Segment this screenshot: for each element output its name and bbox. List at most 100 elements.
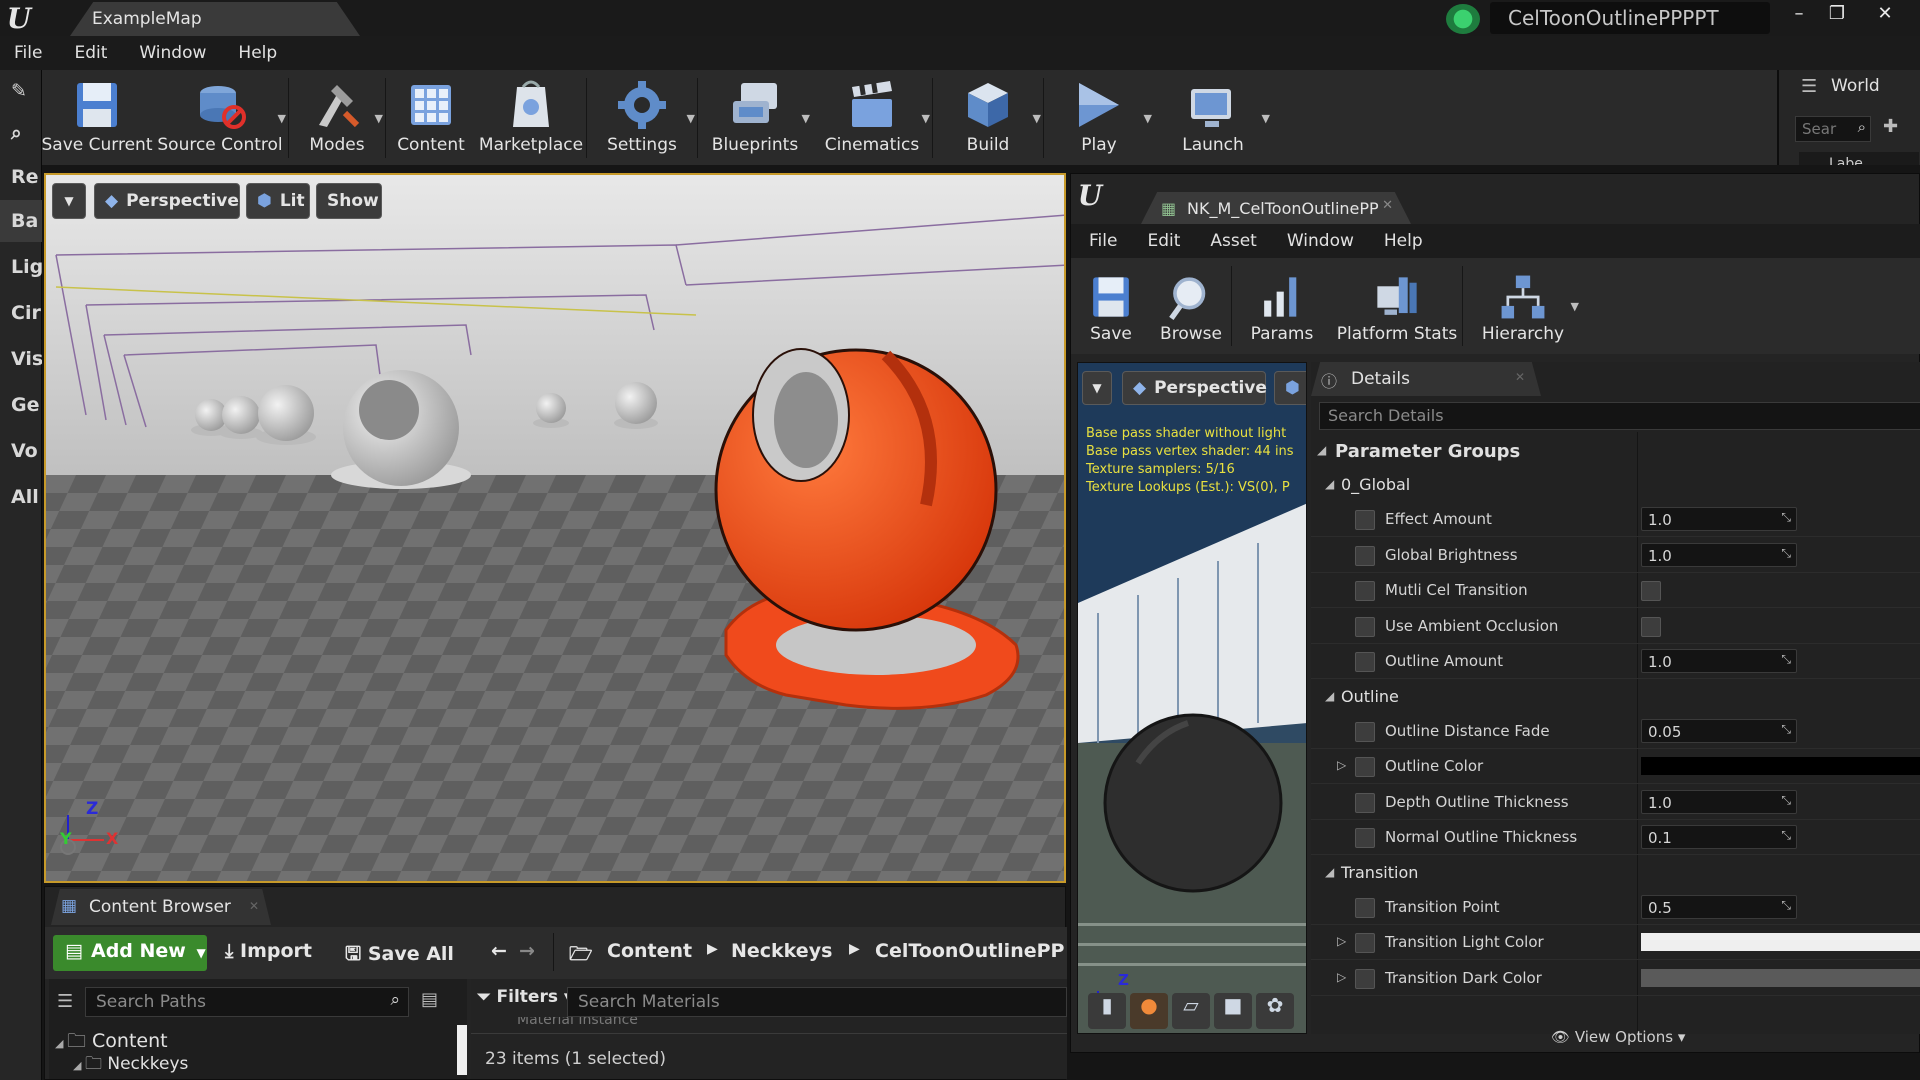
param-checkbox[interactable] [1641,616,1661,637]
me-menu-file[interactable]: File [1089,231,1117,251]
param-value-input[interactable]: 0.5 ⤡ [1641,894,1797,919]
content-button[interactable]: Content [386,70,476,165]
close-tab-icon[interactable]: ✕ [1515,370,1525,384]
chevron-down-icon[interactable]: ▼ [375,112,383,125]
menu-help[interactable]: Help [238,43,277,63]
modes-button[interactable]: Modes ▼ [289,70,385,165]
place-category-lights[interactable]: Lig [0,246,42,288]
minimize-icon[interactable]: – [1780,0,1818,26]
mesh-preview-icon[interactable]: ✿ [1256,993,1294,1029]
override-checkbox[interactable] [1355,721,1375,742]
me-save-button[interactable]: Save [1071,258,1151,354]
override-checkbox[interactable] [1355,616,1375,637]
me-hierarchy-button[interactable]: Hierarchy ▼ [1463,258,1583,354]
source-control-button[interactable]: Source Control ▼ [152,70,288,165]
add-actor-icon[interactable]: ✚ [1883,116,1898,137]
place-category-geometry[interactable]: Ge [0,384,42,426]
chevron-down-icon[interactable]: ▼ [1262,112,1270,125]
param-color-swatch[interactable] [1641,968,1920,987]
map-tab[interactable]: ExampleMap [70,2,360,36]
preview-options-button[interactable]: ▼ [1082,371,1112,405]
material-preview-viewport[interactable]: ▼ ◆ Perspective ⬢ Base pass shader withou… [1077,362,1307,1034]
param-value-input[interactable]: 0.05 ⤡ [1641,718,1797,743]
expand-triangle-icon[interactable]: ▷ [1337,970,1346,984]
play-button[interactable]: Play ▼ [1044,70,1154,165]
me-params-button[interactable]: Params [1232,258,1332,354]
tree-item-neckkeys[interactable]: ◢ 🗀 Neckkeys [73,1051,188,1080]
world-search-input[interactable]: Sear ⌕ [1795,116,1871,142]
chevron-down-icon[interactable]: ▼ [1144,112,1152,125]
close-tab-icon[interactable]: ✕ [1382,198,1393,213]
chevron-down-icon[interactable]: ▼ [278,112,286,125]
place-category-visual[interactable]: Vis [0,338,42,380]
chevron-down-icon[interactable]: ▼ [1033,112,1041,125]
save-all-button[interactable]: 🖫 Save All [345,940,454,972]
param-value-input[interactable]: 1.0 ⤡ [1641,649,1797,673]
build-button[interactable]: Build ▼ [933,70,1043,165]
breadcrumb-celtoon[interactable]: CelToonOutlinePP [875,940,1064,962]
modes-search-icon[interactable]: ⌕ [0,112,42,154]
place-category-cinematic[interactable]: Cir [0,292,42,334]
param-group-header[interactable]: ◢ Transition [1311,856,1920,890]
view-list-icon[interactable]: ▤ [421,989,438,1010]
me-platform-stats-button[interactable]: Platform Stats [1332,258,1462,354]
plane-preview-icon[interactable]: ▱ [1172,993,1210,1029]
viewport-options-button[interactable]: ▼ [52,183,86,219]
marketplace-button[interactable]: Marketplace [476,70,586,165]
level-viewport[interactable]: Z X Y ▼ ◆ Perspective ⬢ Lit Show [44,173,1066,883]
param-checkbox[interactable] [1641,581,1661,601]
search-details-input[interactable]: Search Details [1319,402,1920,430]
world-label-tab[interactable]: Labe [1799,152,1919,165]
close-icon[interactable]: ✕ [1866,0,1904,26]
override-checkbox[interactable] [1355,933,1375,953]
filters-button[interactable]: ⏷ Filters ▾ [477,987,572,1007]
cinematics-button[interactable]: Cinematics ▼ [812,70,932,165]
content-browser-tab[interactable]: ▦ Content Browser ✕ [51,889,271,925]
place-category-volumes[interactable]: Vo [0,430,42,472]
search-paths-input[interactable]: Search Paths ⌕ [85,987,409,1017]
back-arrow-icon[interactable]: ← [491,940,507,962]
settings-button[interactable]: Settings ▼ [587,70,697,165]
param-group-header[interactable]: ◢ Outline [1311,680,1920,714]
override-checkbox[interactable] [1355,897,1375,918]
save-current-button[interactable]: Save Current [42,70,153,165]
place-category-recent[interactable]: Re [0,156,42,198]
param-color-swatch[interactable] [1641,933,1920,951]
param-group-header[interactable]: ◢ 0_Global [1311,468,1920,502]
override-checkbox[interactable] [1355,652,1375,672]
me-browse-button[interactable]: Browse [1151,258,1231,354]
override-checkbox[interactable] [1355,792,1375,813]
menu-file[interactable]: File [14,43,42,63]
launch-button[interactable]: Launch ▼ [1154,70,1272,165]
chevron-down-icon[interactable]: ▼ [687,112,695,125]
preview-perspective-button[interactable]: ◆ Perspective [1122,371,1267,405]
add-new-button[interactable]: ▤ Add New ▼ [53,935,207,971]
place-category-all[interactable]: All [0,476,42,518]
maximize-icon[interactable]: ❐ [1818,0,1856,26]
parameter-groups-header[interactable]: ◢ Parameter Groups [1311,434,1920,468]
me-menu-window[interactable]: Window [1287,231,1354,251]
show-button[interactable]: Show [316,183,382,219]
breadcrumb-content[interactable]: Content [607,940,692,962]
override-checkbox[interactable] [1355,968,1375,989]
chevron-down-icon[interactable]: ▼ [922,112,930,125]
tree-scrollbar[interactable] [457,1025,467,1075]
param-value-input[interactable]: 1.0 ⤡ [1641,507,1797,531]
me-menu-asset[interactable]: Asset [1210,231,1256,251]
breadcrumb-neckkeys[interactable]: Neckkeys [731,940,832,962]
cylinder-preview-icon[interactable]: ▮ [1088,993,1126,1029]
viewport-scene[interactable] [46,175,1066,883]
menu-edit[interactable]: Edit [74,43,107,63]
material-tab[interactable]: ▦ NK_M_CelToonOutlinePP ✕ [1141,192,1411,224]
me-menu-help[interactable]: Help [1384,231,1423,251]
override-checkbox[interactable] [1355,581,1375,601]
forward-arrow-icon[interactable]: → [519,940,535,962]
modes-select-icon[interactable]: ✎ [0,70,42,112]
close-tab-icon[interactable]: ✕ [249,899,259,913]
view-options-button[interactable]: 👁 View Options ▾ [1551,1028,1685,1046]
search-materials-input[interactable]: Search Materials [567,987,1067,1017]
expand-triangle-icon[interactable]: ▷ [1337,934,1346,948]
param-value-input[interactable]: 1.0 ⤡ [1641,789,1797,814]
param-value-input[interactable]: 0.1 ⤡ [1641,825,1797,849]
override-checkbox[interactable] [1355,510,1375,530]
